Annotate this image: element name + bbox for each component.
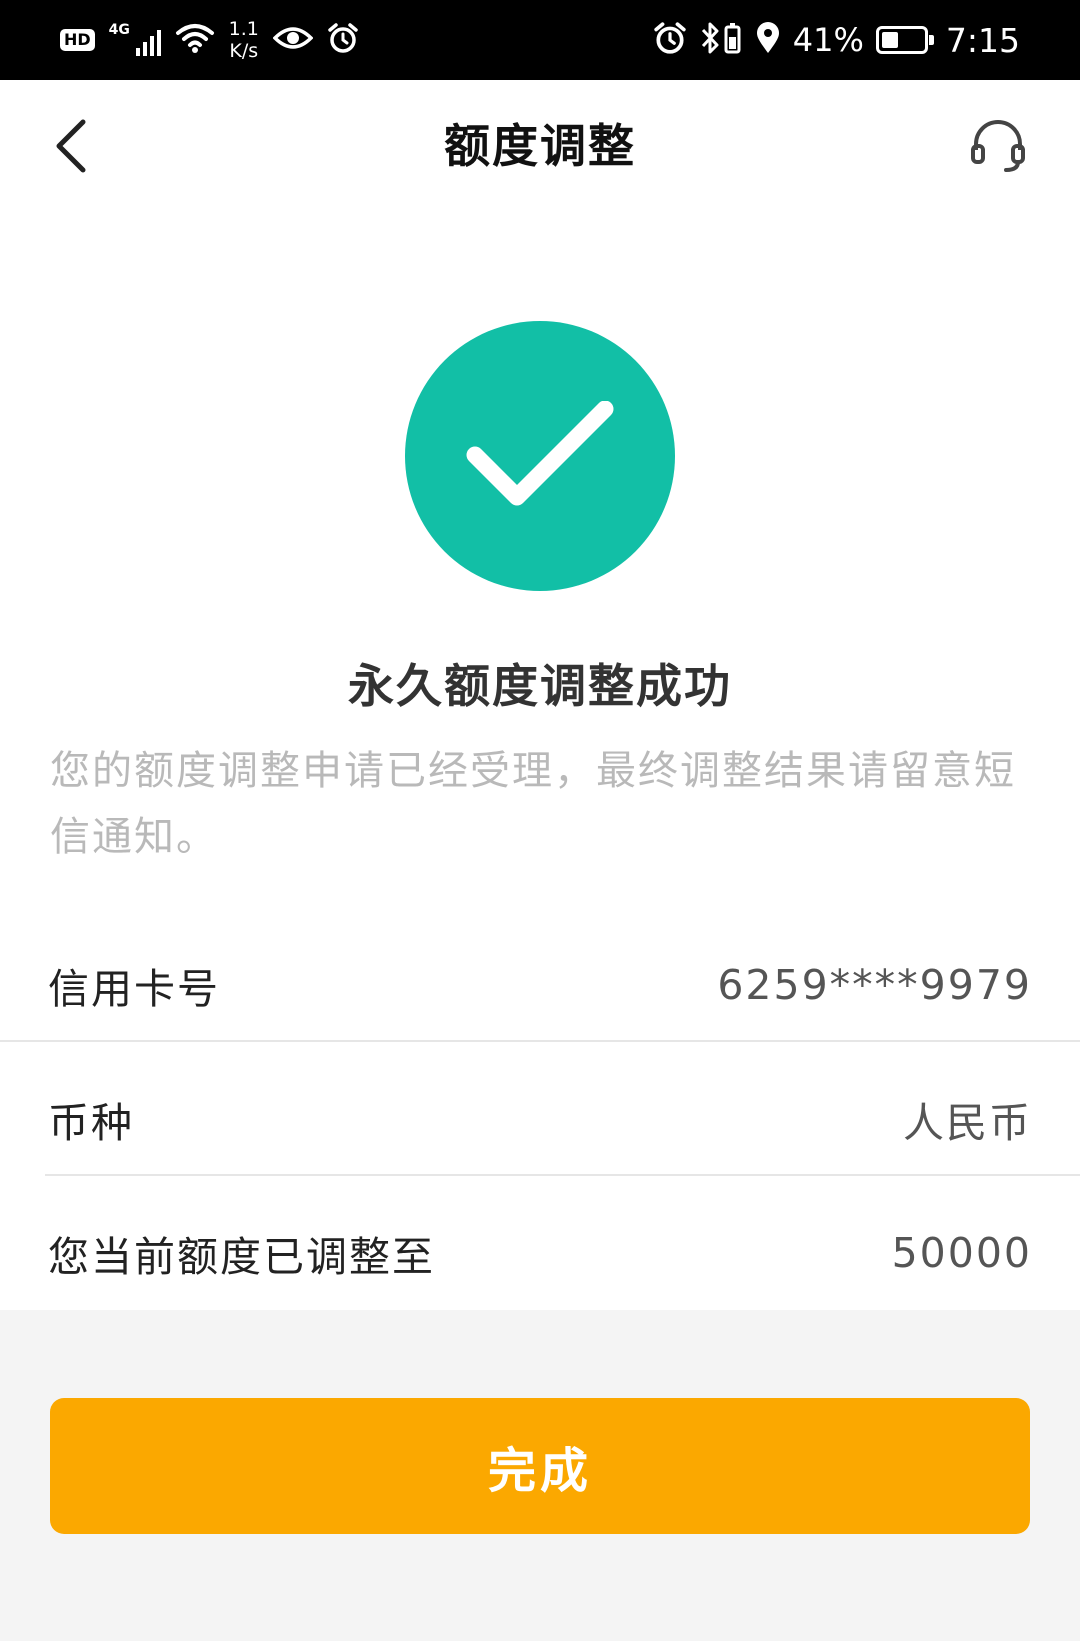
clock: 7:15 (945, 20, 1020, 60)
credit-limit-row: 您当前额度已调整至 50000 (0, 1186, 1080, 1320)
nav-bar: 额度调整 (0, 80, 1080, 210)
card-number-row: 信用卡号 6259****9979 (0, 918, 1080, 1052)
credit-limit-label: 您当前额度已调整至 (48, 1233, 435, 1281)
check-circle-icon (405, 321, 675, 591)
divider (45, 1174, 1080, 1176)
result-title: 永久额度调整成功 (348, 659, 732, 713)
status-bar: HD 4G 1.1 K/s 41% 7:15 (0, 0, 1080, 80)
bluetooth-battery-icon (699, 21, 743, 59)
hd-badge: HD (60, 29, 95, 51)
screen: HD 4G 1.1 K/s 41% 7:15 额度调整 永久额度调整成功 您的额… (0, 0, 1080, 1641)
divider (0, 1040, 1080, 1042)
status-bar-left: HD 4G 1.1 K/s (60, 0, 359, 80)
result-panel: 额度调整 永久额度调整成功 您的额度调整申请已经受理，最终调整结果请留意短信通知… (0, 80, 1080, 1310)
card-number-label: 信用卡号 (48, 965, 220, 1013)
eye-icon (272, 24, 314, 56)
battery-percent: 41% (792, 21, 864, 59)
alarm-icon (327, 22, 359, 58)
network-speed-value: 1.1 (228, 18, 259, 40)
network-speed: 1.1 K/s (229, 18, 259, 62)
page-title: 额度调整 (444, 119, 636, 173)
network-speed-unit: K/s (229, 40, 259, 62)
cellular-signal-icon: 4G (109, 22, 161, 58)
battery-fill (881, 32, 899, 48)
status-bar-right: 41% 7:15 (653, 0, 1020, 80)
battery-icon (875, 26, 934, 54)
currency-row: 币种 人民币 (0, 1052, 1080, 1186)
location-icon (755, 21, 781, 59)
headset-icon (968, 116, 1028, 180)
currency-label: 币种 (48, 1099, 134, 1147)
done-button-label: 完成 (487, 1445, 592, 1498)
customer-service-button[interactable] (958, 108, 1038, 188)
credit-limit-value: 50000 (891, 1229, 1032, 1277)
card-number-value: 6259****9979 (717, 961, 1032, 1009)
network-type: 4G (108, 22, 130, 38)
check-icon (466, 401, 614, 506)
done-button[interactable]: 完成 (50, 1398, 1030, 1534)
alarm-icon (653, 21, 687, 59)
currency-value: 人民币 (903, 1099, 1032, 1147)
wifi-icon (175, 21, 215, 59)
result-description: 您的额度调整申请已经受理，最终调整结果请留意短信通知。 (50, 748, 1016, 860)
